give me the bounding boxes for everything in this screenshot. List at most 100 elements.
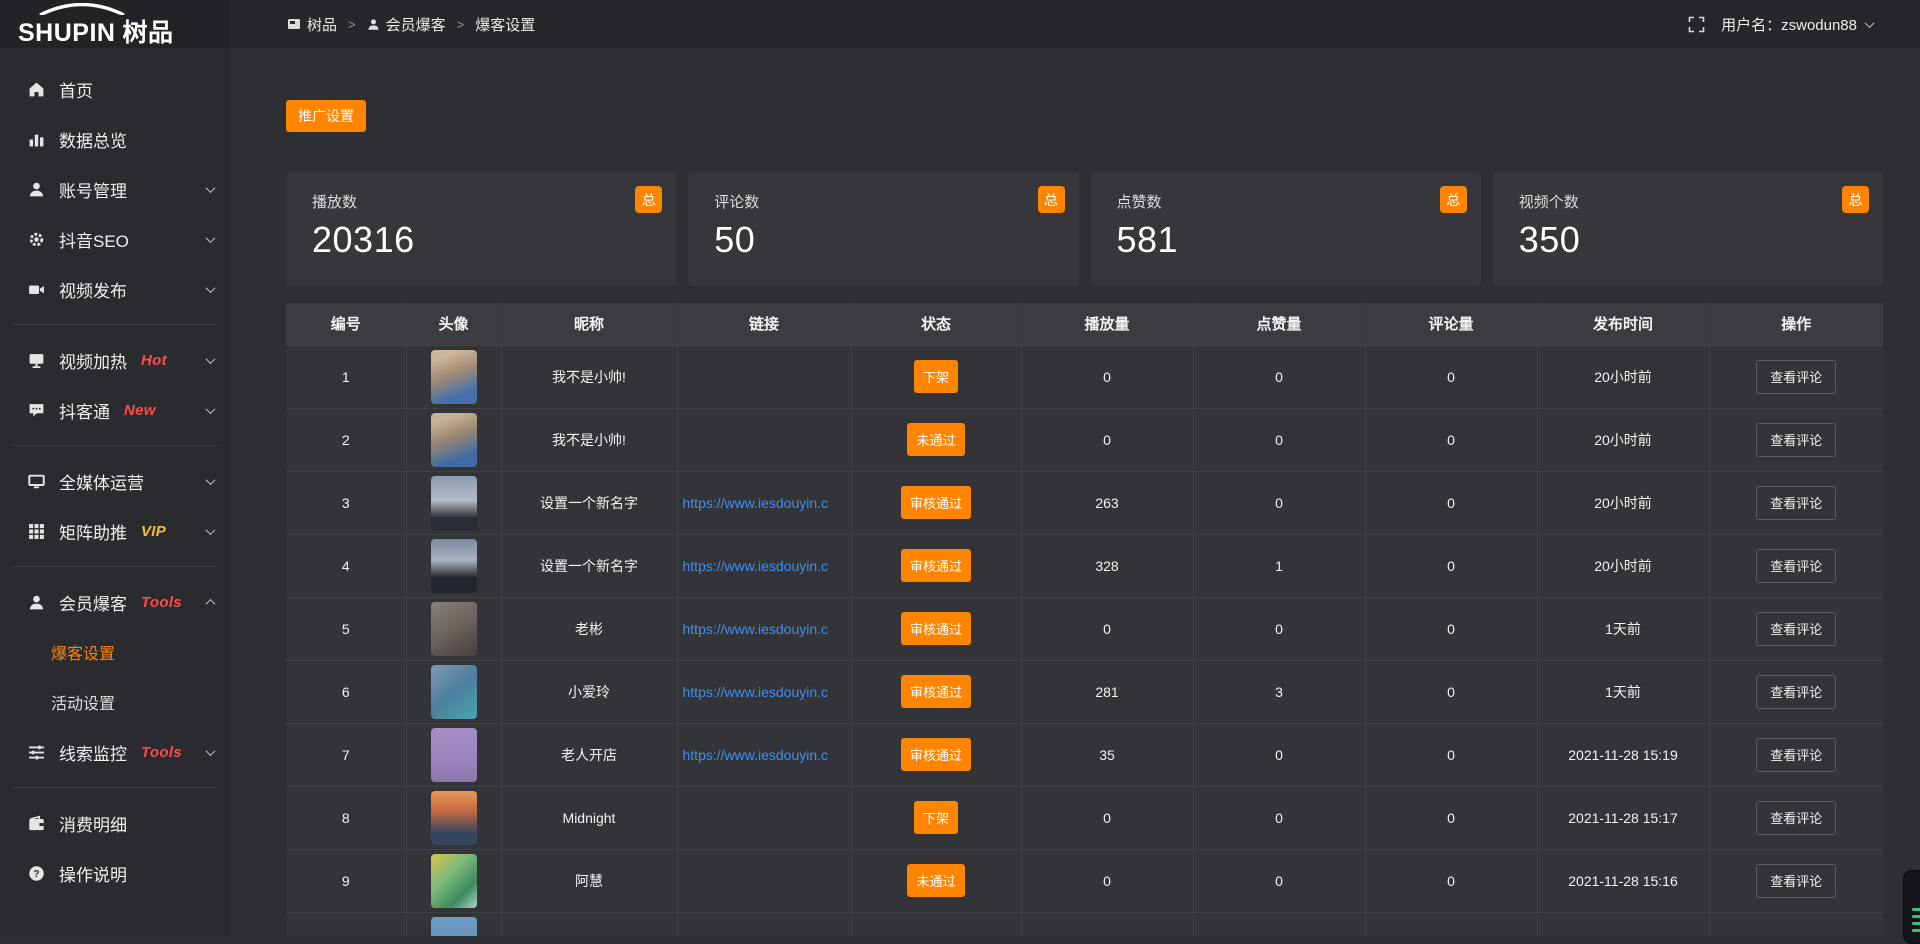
video-link[interactable]: https://www.iesdouyin.c: [683, 621, 829, 637]
nickname-cell: 设置一个新名字: [501, 534, 677, 597]
sidebar-item[interactable]: 爆客设置: [0, 627, 230, 677]
breadcrumb-label: 会员爆客: [386, 14, 446, 35]
action-cell: 查看评论: [1709, 660, 1883, 723]
link-cell: https://www.iesdouyin.c: [677, 471, 851, 534]
chevron-down-icon: [206, 746, 216, 756]
link-cell: [677, 408, 851, 471]
table-row: 4设置一个新名字https://www.iesdouyin.c审核通过32810…: [286, 534, 1883, 597]
comments-cell: 0: [1365, 786, 1537, 849]
publish-time-cell: 1天前: [1537, 597, 1709, 660]
row-number-cell: 1: [286, 345, 406, 408]
sidebar-item[interactable]: 活动设置: [0, 677, 230, 727]
view-comments-button[interactable]: 查看评论: [1756, 549, 1836, 583]
likes-cell: 0: [1193, 723, 1365, 786]
sidebar-item-label: 线索监控: [59, 740, 127, 765]
plays-cell: 0: [1021, 849, 1193, 912]
sliders-icon: [28, 744, 45, 761]
status-cell: 审核通过: [851, 471, 1021, 534]
publish-time-cell: 20小时前: [1537, 471, 1709, 534]
sidebar-item[interactable]: 线索监控 Tools: [0, 727, 230, 777]
column-header: 状态: [851, 303, 1021, 345]
status-badge: 未通过: [907, 864, 964, 897]
logo[interactable]: SHUPIN树品: [0, 0, 230, 48]
plays-cell: 263: [1021, 471, 1193, 534]
stat-card-likes: 点赞数 581 总: [1091, 172, 1481, 286]
sidebar-item[interactable]: ?操作说明: [0, 848, 230, 898]
view-comments-button[interactable]: 查看评论: [1756, 738, 1836, 772]
status-cell: 下架: [851, 345, 1021, 408]
video-link[interactable]: https://www.iesdouyin.c: [683, 747, 829, 763]
view-comments-button[interactable]: 查看评论: [1756, 864, 1836, 898]
view-comments-button[interactable]: 查看评论: [1756, 801, 1836, 835]
avatar-cell: [406, 723, 501, 786]
publish-time-cell: 2021-11-28 15:19: [1537, 723, 1709, 786]
sidebar-item[interactable]: 数据总览: [0, 114, 230, 164]
likes-cell: 0: [1193, 471, 1365, 534]
sidebar-item-label: 活动设置: [51, 690, 115, 714]
view-comments-button[interactable]: 查看评论: [1756, 612, 1836, 646]
sidebar-item[interactable]: 会员爆客Tools: [0, 577, 230, 627]
sidebar-item[interactable]: 视频加热Hot: [0, 335, 230, 385]
video-link[interactable]: https://www.iesdouyin.c: [683, 684, 829, 700]
view-comments-button[interactable]: 查看评论: [1756, 675, 1836, 709]
plays-cell: 0: [1021, 345, 1193, 408]
grid-icon: [28, 523, 45, 540]
nickname-cell: 老彬: [501, 597, 677, 660]
row-number-cell: 6: [286, 660, 406, 723]
sidebar-item[interactable]: 首页: [0, 64, 230, 114]
display-icon: [28, 352, 45, 369]
avatar: [431, 917, 477, 937]
video-link[interactable]: https://www.iesdouyin.c: [683, 495, 829, 511]
chevron-down-icon: [206, 283, 216, 293]
status-cell: 未通过: [851, 849, 1021, 912]
publish-time-cell: 2021-11-28 15:17: [1537, 786, 1709, 849]
view-comments-button[interactable]: 查看评论: [1756, 486, 1836, 520]
avatar-cell: [406, 660, 501, 723]
sidebar-divider: [12, 445, 218, 446]
stat-cards: 播放数 20316 总 评论数 50 总 点赞数 581 总 视频个数 350 …: [286, 172, 1883, 286]
chevron-down-icon: [206, 404, 216, 414]
view-comments-button[interactable]: 查看评论: [1756, 423, 1836, 457]
action-cell: 查看评论: [1709, 849, 1883, 912]
view-comments-button[interactable]: 查看评论: [1756, 360, 1836, 394]
breadcrumb-item-current: 爆客设置: [475, 14, 535, 35]
column-header: 操作: [1709, 303, 1883, 345]
sidebar-item[interactable]: 全媒体运营: [0, 456, 230, 506]
link-cell: [677, 912, 851, 936]
stat-label: 视频个数: [1519, 191, 1863, 212]
promo-settings-button[interactable]: 推广设置: [286, 100, 366, 132]
table-body: 1我不是小帅!下架00020小时前查看评论2我不是小帅!未通过00020小时前查…: [286, 345, 1883, 936]
breadcrumb-item-member[interactable]: 会员爆客: [367, 14, 446, 35]
sidebar-item-badge: Tools: [141, 744, 182, 761]
user-menu[interactable]: 用户名：zswodun88: [1721, 14, 1873, 35]
comments-cell: 0: [1365, 597, 1537, 660]
publish-time-cell: 20小时前: [1537, 534, 1709, 597]
sidebar-item[interactable]: 视频发布: [0, 264, 230, 314]
breadcrumb-separator: >: [348, 17, 356, 32]
comments-cell: [1365, 912, 1537, 936]
sidebar-item-label: 账号管理: [59, 177, 127, 202]
avatar: [431, 413, 477, 467]
status-cell: [851, 912, 1021, 936]
row-number-cell: 9: [286, 849, 406, 912]
sidebar-item[interactable]: 矩阵助推VIP: [0, 506, 230, 556]
breadcrumb-item-shupin[interactable]: 树品: [287, 14, 337, 35]
status-badge: 下架: [914, 801, 958, 834]
plays-cell: 0: [1021, 597, 1193, 660]
fullscreen-icon[interactable]: [1688, 16, 1705, 33]
stat-card-comments: 评论数 50 总: [688, 172, 1078, 286]
likes-cell: 0: [1193, 786, 1365, 849]
video-link[interactable]: https://www.iesdouyin.c: [683, 558, 829, 574]
floating-widget[interactable]: [1903, 870, 1920, 944]
chevron-down-icon: [206, 475, 216, 485]
avatar: [431, 476, 477, 530]
sidebar-item[interactable]: 抖音SEO: [0, 214, 230, 264]
stat-value: 350: [1519, 219, 1863, 261]
sidebar-item[interactable]: 账号管理: [0, 164, 230, 214]
comments-cell: 0: [1365, 345, 1537, 408]
comments-cell: 0: [1365, 723, 1537, 786]
avatar-cell: [406, 408, 501, 471]
avatar: [431, 602, 477, 656]
sidebar-item[interactable]: 抖客通New: [0, 385, 230, 435]
sidebar-item[interactable]: 消费明细: [0, 798, 230, 848]
